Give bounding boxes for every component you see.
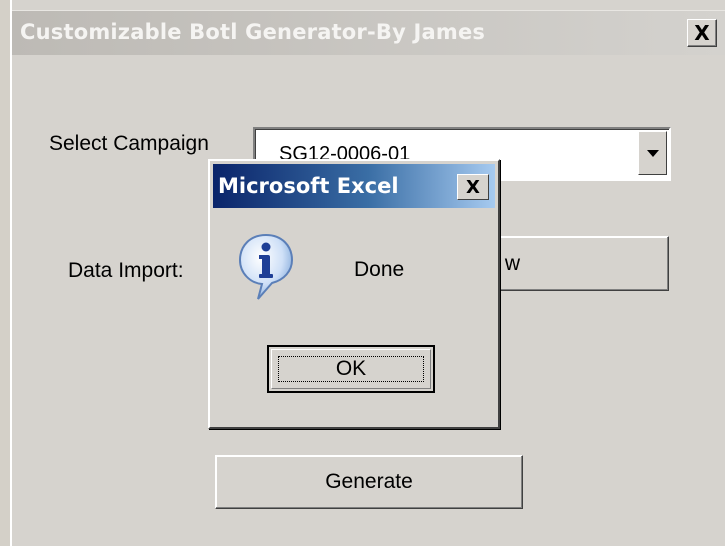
select-campaign-label: Select Campaign (49, 132, 209, 155)
ok-button[interactable]: OK (267, 345, 435, 393)
data-import-button-label: w (504, 251, 520, 275)
chevron-down-icon (646, 149, 659, 157)
userform-titlebar[interactable]: Customizable Botl Generator-By James X (12, 10, 725, 55)
generate-button[interactable]: Generate (215, 455, 523, 509)
message-box-close-button[interactable]: X (457, 174, 489, 200)
window-close-button[interactable]: X (687, 19, 717, 47)
message-text: Done (354, 258, 405, 281)
ok-button-face: OK (271, 349, 431, 389)
data-import-label: Data Import: (68, 259, 184, 282)
window-title: Customizable Botl Generator-By James (20, 20, 486, 44)
message-box-titlebar[interactable]: Microsoft Excel X (213, 164, 495, 208)
generate-button-label: Generate (325, 470, 413, 493)
ok-button-label: OK (335, 357, 367, 380)
info-icon (238, 233, 294, 300)
combobox-dropdown-button[interactable] (638, 131, 667, 175)
message-box-dialog: Microsoft Excel X Done OK (208, 159, 500, 429)
message-box-title: Microsoft Excel (218, 174, 399, 198)
